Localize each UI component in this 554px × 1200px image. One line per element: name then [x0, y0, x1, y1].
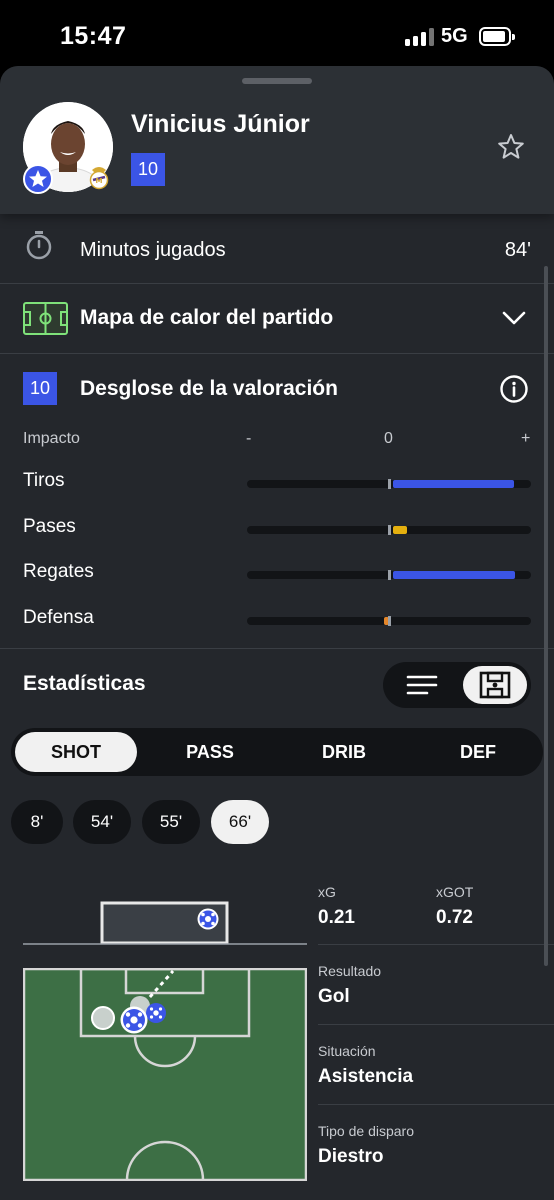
breakdown-row-label: Tiros [23, 470, 65, 491]
result-value: Gol [318, 986, 350, 1007]
impact-zero-tick [388, 525, 391, 535]
heatmap-label: Mapa de calor del partido [80, 306, 334, 329]
xgot-value: 0.72 [436, 907, 473, 928]
impact-zero-tick [388, 479, 391, 489]
breakdown-label: Desglose de la valoración [80, 377, 338, 400]
tab-def[interactable]: DEF [417, 732, 539, 772]
impact-bar [247, 479, 531, 489]
impact-bar [247, 616, 531, 626]
goal-mouth-view [23, 894, 307, 946]
stats-view-toggle [383, 662, 531, 708]
impact-zero-tick [388, 570, 391, 580]
minutes-label: Minutos jugados [80, 239, 226, 261]
shot-marker-icon [119, 1005, 149, 1035]
pitch-heatmap-icon [23, 302, 68, 335]
divider [0, 648, 554, 649]
chevron-down-icon[interactable] [501, 308, 527, 328]
info-icon[interactable] [499, 374, 529, 404]
status-bar: 15:47 5G [0, 0, 554, 70]
stopwatch-icon [26, 230, 52, 260]
player-rating-badge: 10 [131, 153, 165, 186]
heatmap-row[interactable]: Mapa de calor del partido [0, 284, 554, 353]
breakdown-row-label: Regates [23, 561, 94, 582]
impact-label: Impacto [23, 430, 80, 447]
result-label: Resultado [318, 963, 382, 979]
divider [318, 944, 554, 945]
impact-plus: + [521, 430, 531, 447]
impact-bar [247, 570, 531, 580]
minutes-value: 84' [504, 239, 531, 261]
stats-title: Estadísticas [23, 672, 146, 695]
breakdown-rating-badge: 10 [23, 372, 57, 405]
minutes-played-row: Minutos jugados 84' [0, 226, 554, 286]
minute-chip[interactable]: 54' [73, 800, 131, 844]
favorite-star-icon[interactable] [496, 132, 526, 162]
divider [318, 1104, 554, 1105]
impact-zero: 0 [384, 430, 393, 447]
tab-shot[interactable]: SHOT [15, 732, 137, 772]
signal-icon [405, 28, 435, 46]
player-sheet: M Vinicius Júnior 10 Minutos jugados 84'… [0, 66, 554, 1200]
shot-type-label: Tipo de disparo [318, 1123, 414, 1139]
situation-value: Asistencia [318, 1066, 414, 1087]
svg-text:M: M [96, 177, 103, 185]
minute-chip[interactable]: 8' [11, 800, 63, 844]
shot-type-value: Diestro [318, 1146, 384, 1167]
situation-label: Situación [318, 1043, 376, 1059]
status-time: 15:47 [60, 22, 127, 50]
xg-value: 0.21 [318, 907, 355, 928]
impact-minus: - [246, 430, 252, 447]
minute-chip[interactable]: 55' [142, 800, 200, 844]
club-crest-icon: M [87, 164, 111, 190]
sheet-grabber[interactable] [242, 78, 312, 84]
network-label: 5G [441, 25, 468, 47]
list-view-button[interactable] [391, 666, 453, 704]
minute-chip[interactable]: 66' [211, 800, 269, 844]
xg-label: xG [318, 884, 336, 900]
scrollbar[interactable] [544, 266, 548, 966]
ball-icon [196, 907, 220, 931]
impact-bar-fill [393, 480, 514, 488]
impact-zero-tick [388, 616, 391, 626]
featured-star-icon [23, 164, 53, 194]
shot-map-pitch [22, 967, 308, 1182]
stat-type-tabs: SHOT PASS DRIB DEF [11, 728, 543, 776]
pitch-view-button[interactable] [463, 666, 527, 704]
player-marker [91, 1006, 115, 1030]
impact-bar-fill [393, 571, 516, 579]
pitch-icon [479, 671, 511, 699]
impact-bar [247, 525, 531, 535]
rating-breakdown-row: 10 Desglose de la valoración [0, 354, 554, 424]
impact-bar-fill [393, 526, 408, 534]
xgot-label: xGOT [436, 884, 474, 900]
player-header: M Vinicius Júnior 10 [0, 66, 554, 214]
tab-drib[interactable]: DRIB [283, 732, 405, 772]
battery-icon [479, 27, 515, 46]
divider [318, 1024, 554, 1025]
player-name: Vinicius Júnior [131, 110, 310, 138]
breakdown-row-label: Pases [23, 516, 76, 537]
tab-pass[interactable]: PASS [149, 732, 271, 772]
breakdown-row-label: Defensa [23, 607, 94, 628]
